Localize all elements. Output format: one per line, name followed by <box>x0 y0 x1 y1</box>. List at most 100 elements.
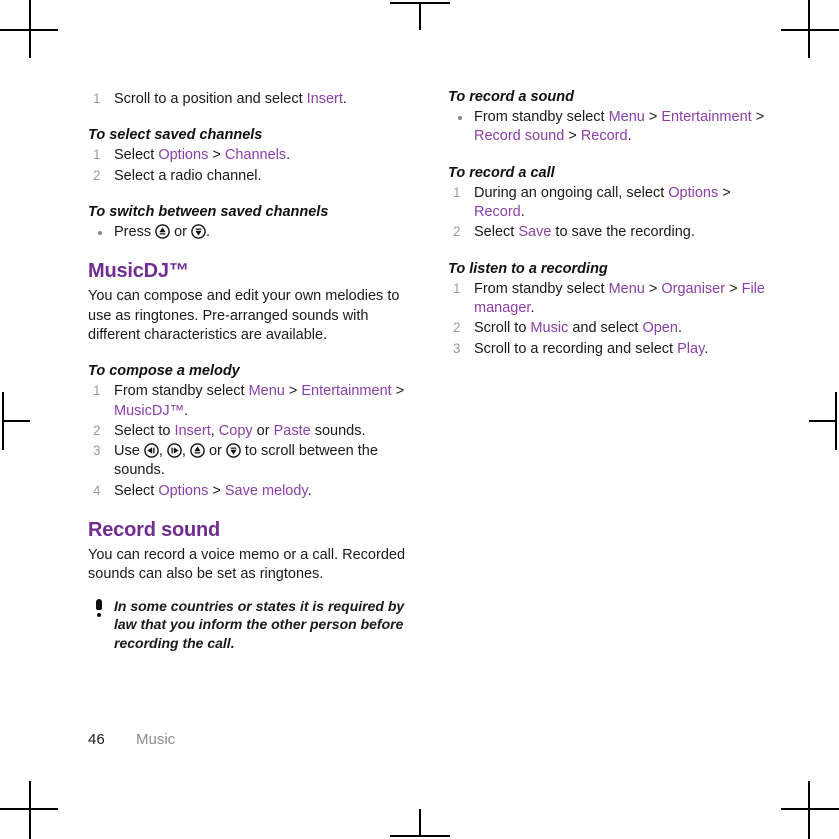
body-text: or <box>170 224 192 241</box>
body-text: > <box>564 128 581 145</box>
continued-step-list: Scroll to a position and select Insert. <box>88 90 408 109</box>
body-text: > <box>208 482 225 499</box>
ui-term: Menu <box>608 109 645 126</box>
body-text: . <box>677 320 682 337</box>
ui-term: Entertainment <box>661 109 752 126</box>
body-text: Select to <box>114 422 175 439</box>
ui-term: Copy <box>218 422 253 439</box>
procedure-step: From standby select Menu > Organiser > F… <box>448 280 768 319</box>
ui-term: Music <box>530 320 569 337</box>
ui-term: Record <box>474 204 521 221</box>
ui-term: Save melody <box>224 482 308 499</box>
body-text: Scroll to a position and select <box>114 91 307 107</box>
ui-term: Open <box>642 320 678 337</box>
ui-term: Menu <box>248 383 285 400</box>
ui-term: Channels <box>224 147 287 164</box>
body-text: , <box>158 443 167 460</box>
body-text: > <box>751 109 765 126</box>
step-list-listen-to-a-recording: From standby select Menu > Organiser > F… <box>448 280 768 359</box>
procedure-title-compose-a-melody: To compose a melody <box>88 363 240 380</box>
section-body-musicdj: You can compose and edit your own melodi… <box>88 288 400 343</box>
procedure-step: During an ongoing call, select Options >… <box>448 184 768 223</box>
body-text: Select <box>114 147 159 164</box>
procedure-step: Scroll to a recording and select Play. <box>448 340 768 359</box>
navkey-down-icon <box>226 443 241 458</box>
body-text: Select <box>114 482 159 499</box>
body-text: . <box>206 224 211 241</box>
ui-term: MusicDJ™ <box>114 402 185 419</box>
body-text: > <box>725 280 742 297</box>
body-text: > <box>718 184 731 201</box>
ui-term: Play <box>677 340 705 357</box>
legal-note-text: In some countries or states it is requir… <box>114 597 405 651</box>
step-list-record-a-call: During an ongoing call, select Options >… <box>448 184 768 243</box>
right-text-column: To record a sound From standby select Me… <box>448 88 768 359</box>
section-heading-record-sound: Record sound <box>88 519 221 542</box>
procedure-step: Press or . <box>88 223 408 242</box>
body-text: . <box>342 91 347 107</box>
procedure-step: Scroll to Music and select Open. <box>448 319 768 338</box>
navkey-up-icon <box>190 443 205 458</box>
body-text: From standby select <box>114 383 249 400</box>
body-text: . <box>704 340 709 357</box>
procedure-step: Use , , or to scroll between the sounds. <box>88 442 408 481</box>
exclamation-note-icon <box>94 598 103 617</box>
body-text: > <box>644 109 662 126</box>
navkey-left-icon <box>144 443 159 458</box>
body-text: . <box>307 482 312 499</box>
body-text: > <box>284 383 302 400</box>
procedure-step: From standby select Menu > Entertainment… <box>448 108 768 147</box>
ui-term: Record sound <box>474 128 565 145</box>
ui-term: Options <box>158 482 209 499</box>
body-text: or <box>204 443 226 460</box>
ui-term: Paste <box>273 422 311 439</box>
manual-page: Scroll to a position and select Insert. … <box>0 0 839 839</box>
procedure-step: Select Save to save the recording. <box>448 223 768 242</box>
body-text: Select a radio channel. <box>114 167 262 184</box>
ui-term: Record <box>580 128 628 145</box>
step-list-select-saved-channels: Select Options > Channels. Select a radio… <box>88 146 408 186</box>
body-text: . <box>520 204 525 221</box>
body-text: Use <box>114 443 144 460</box>
footer-chapter-name: Music <box>136 731 176 748</box>
body-text: . <box>184 402 189 419</box>
section-body-record-sound: You can record a voice memo or a call. R… <box>88 547 406 583</box>
body-text: > <box>391 383 405 400</box>
body-text: Scroll to <box>474 320 531 337</box>
procedure-step: Select to Insert, Copy or Paste sounds. <box>88 422 408 441</box>
body-text: , <box>210 422 219 439</box>
section-heading-musicdj: MusicDJ™ <box>88 260 189 283</box>
navkey-up-icon <box>155 224 170 239</box>
procedure-title-listen-to-a-recording: To listen to a recording <box>448 260 608 277</box>
procedure-step: Select a radio channel. <box>88 167 408 186</box>
body-text: and select <box>568 320 643 337</box>
ui-term: Save <box>518 224 552 241</box>
body-text: Select <box>474 224 519 241</box>
ui-term: Entertainment <box>301 383 392 400</box>
body-text: From standby select <box>474 280 609 297</box>
body-text: , <box>181 443 190 460</box>
body-text: > <box>644 280 662 297</box>
body-text: or <box>252 422 274 439</box>
procedure-title-record-a-call: To record a call <box>448 164 555 181</box>
ui-term: Menu <box>608 280 645 297</box>
ui-term: Options <box>158 147 209 164</box>
procedure-title-record-a-sound: To record a sound <box>448 89 574 105</box>
body-text: During an ongoing call, select <box>474 184 669 201</box>
procedure-title-select-saved-channels: To select saved channels <box>88 127 263 144</box>
body-text: From standby select <box>474 109 609 126</box>
body-text: Press <box>114 224 156 241</box>
ui-term: Organiser <box>661 280 726 297</box>
body-text: . <box>530 300 535 317</box>
step-list-compose-a-melody: From standby select Menu > Entertainment… <box>88 382 408 501</box>
procedure-title-switch-between-saved-channels: To switch between saved channels <box>88 203 329 220</box>
procedure-step: From standby select Menu > Entertainment… <box>88 382 408 421</box>
ui-term: Insert <box>306 91 343 107</box>
legal-note-block: In some countries or states it is requir… <box>88 597 408 653</box>
body-text: . <box>627 128 632 145</box>
body-text: Scroll to a recording and select <box>474 340 678 357</box>
navkey-right-icon <box>167 443 182 458</box>
page-footer: 46 Music <box>88 731 175 748</box>
ui-term: Options <box>668 184 719 201</box>
ui-term: Insert <box>174 422 211 439</box>
